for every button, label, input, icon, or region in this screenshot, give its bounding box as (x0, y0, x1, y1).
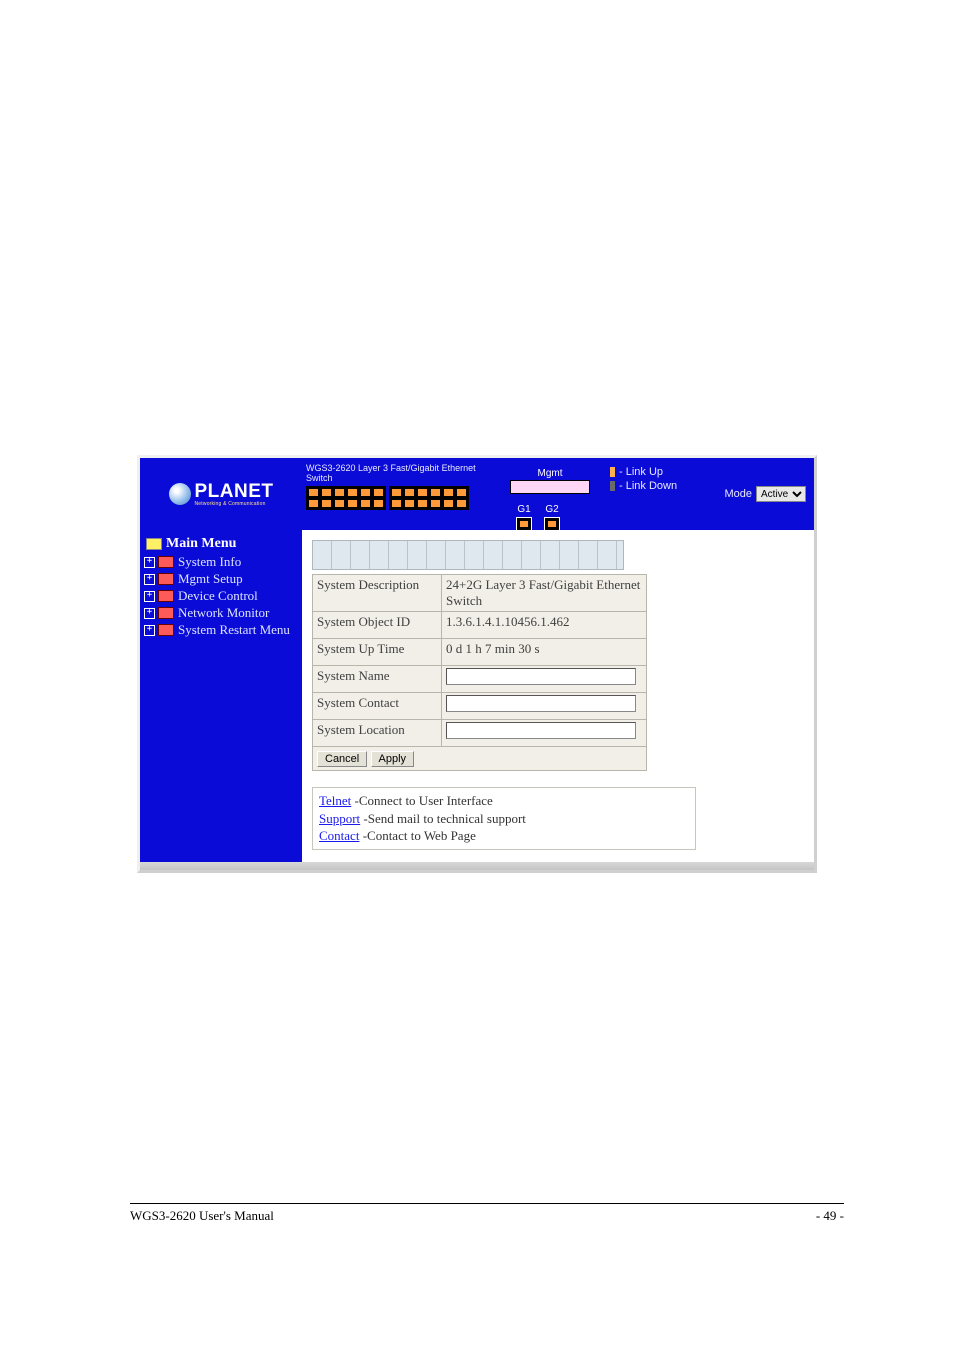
sys-contact-input[interactable] (446, 695, 636, 712)
support-text: -Send mail to technical support (360, 811, 526, 826)
expand-icon[interactable]: + (144, 591, 155, 602)
telnet-link[interactable]: Telnet (319, 793, 351, 808)
folder-icon (158, 573, 174, 585)
sys-uptime-value: 0 d 1 h 7 min 30 s (442, 639, 647, 666)
switch-model: WGS3-2620 Layer 3 Fast/Gigabit Ethernet … (306, 464, 504, 484)
contact-text: -Contact to Web Page (359, 828, 475, 843)
table-row: System Description 24+2G Layer 3 Fast/Gi… (313, 575, 647, 612)
chart-placeholder (312, 540, 624, 570)
expand-icon[interactable]: + (144, 557, 155, 568)
sidebar-item-device-control[interactable]: + Device Control (144, 588, 298, 605)
legend: - Link Up - Link Down (600, 458, 683, 530)
expand-icon[interactable]: + (144, 608, 155, 619)
sys-location-input[interactable] (446, 722, 636, 739)
footer-right: - 49 - (816, 1208, 844, 1224)
led-down-icon (610, 481, 615, 491)
sys-contact-label: System Contact (313, 693, 442, 720)
footer-left: WGS3-2620 User's Manual (130, 1208, 274, 1224)
cancel-button[interactable]: Cancel (317, 751, 367, 767)
port-panel (306, 486, 504, 510)
content-area: System Description 24+2G Layer 3 Fast/Gi… (302, 530, 814, 862)
sidebar-item-system-info[interactable]: + System Info (144, 554, 298, 571)
mode-area: Mode Active (724, 458, 814, 530)
mgmt-bar (510, 480, 590, 494)
sys-name-label: System Name (313, 666, 442, 693)
expand-icon[interactable]: + (144, 625, 155, 636)
logo-name: PLANET (195, 482, 274, 501)
page-footer: WGS3-2620 User's Manual - 49 - (130, 1208, 844, 1244)
system-info-table: System Description 24+2G Layer 3 Fast/Gi… (312, 574, 647, 747)
apply-button[interactable]: Apply (371, 751, 415, 767)
led-up-icon (610, 467, 615, 477)
logo-tagline: Networking & Communication (195, 502, 274, 507)
mode-label: Mode (724, 488, 752, 500)
sys-uptime-label: System Up Time (313, 639, 442, 666)
sidebar-item-system-restart[interactable]: + System Restart Menu (144, 622, 298, 639)
mgmt-label: Mgmt (510, 468, 590, 479)
logo-area: PLANET Networking & Communication (140, 458, 298, 530)
table-row: System Name (313, 666, 647, 693)
main-menu-title: Main Menu (144, 536, 298, 552)
folder-icon (158, 607, 174, 619)
sidebar: Main Menu + System Info + Mgmt Setup + D… (140, 530, 302, 862)
contact-link[interactable]: Contact (319, 828, 359, 843)
folder-open-icon (146, 538, 162, 550)
mgmt-area: Mgmt G1 G2 (504, 464, 596, 539)
sidebar-item-network-monitor[interactable]: + Network Monitor (144, 605, 298, 622)
globe-icon (169, 483, 191, 505)
sys-desc-label: System Description (313, 575, 442, 612)
folder-icon (158, 556, 174, 568)
switch-panel: WGS3-2620 Layer 3 Fast/Gigabit Ethernet … (298, 458, 600, 530)
sys-oid-value: 1.3.6.1.4.1.10456.1.462 (442, 612, 647, 639)
sidebar-item-mgmt-setup[interactable]: + Mgmt Setup (144, 571, 298, 588)
table-row: System Object ID 1.3.6.1.4.1.10456.1.462 (313, 612, 647, 639)
telnet-text: -Connect to User Interface (351, 793, 493, 808)
table-row: System Location (313, 720, 647, 747)
sys-desc-value: 24+2G Layer 3 Fast/Gigabit Ethernet Swit… (442, 575, 647, 612)
folder-icon (158, 624, 174, 636)
sys-location-label: System Location (313, 720, 442, 747)
table-row: System Up Time 0 d 1 h 7 min 30 s (313, 639, 647, 666)
header-bar: PLANET Networking & Communication WGS3-2… (140, 458, 814, 530)
gig-port-2: G2 (544, 504, 560, 531)
table-row: System Contact (313, 693, 647, 720)
quick-links: Telnet -Connect to User Interface Suppor… (312, 787, 696, 850)
folder-icon (158, 590, 174, 602)
mode-select[interactable]: Active (756, 486, 806, 502)
expand-icon[interactable]: + (144, 574, 155, 585)
statusbar (140, 862, 814, 870)
screenshot-frame: PLANET Networking & Communication WGS3-2… (137, 455, 817, 873)
sys-name-input[interactable] (446, 668, 636, 685)
support-link[interactable]: Support (319, 811, 360, 826)
footer-rule (130, 1203, 844, 1204)
sys-oid-label: System Object ID (313, 612, 442, 639)
gig-port-1: G1 (516, 504, 532, 531)
